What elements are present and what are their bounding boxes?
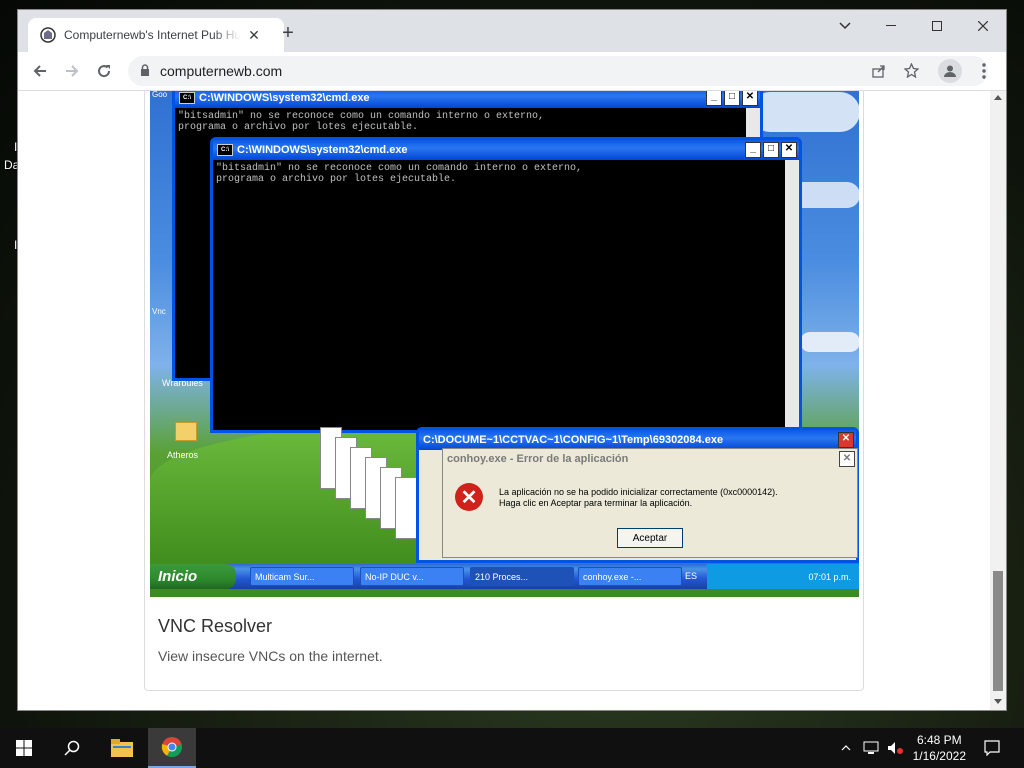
start-label: Inicio bbox=[158, 568, 198, 585]
file-explorer-icon[interactable] bbox=[98, 728, 146, 768]
browser-window: Computernewb's Internet Pub Hub ✕ + comp… bbox=[18, 10, 1006, 710]
forward-arrow-icon[interactable] bbox=[58, 57, 86, 85]
bookmark-star-icon[interactable] bbox=[904, 63, 919, 78]
windows-start-icon[interactable] bbox=[0, 728, 48, 768]
page-scrollbar[interactable] bbox=[990, 91, 1006, 710]
close-icon[interactable]: ✕ bbox=[839, 451, 855, 467]
cloud-shape bbox=[800, 332, 859, 352]
browser-tab[interactable]: Computernewb's Internet Pub Hub ✕ bbox=[28, 18, 284, 52]
tab-strip: Computernewb's Internet Pub Hub ✕ + bbox=[18, 10, 1006, 52]
scrollbar-thumb[interactable] bbox=[993, 571, 1003, 691]
cmd-window-titlebar[interactable]: C:\ C:\WINDOWS\system32\cmd.exe _ □ ✕ bbox=[175, 91, 760, 108]
cmd-window-titlebar[interactable]: C:\ C:\WINDOWS\system32\cmd.exe _ □ ✕ bbox=[213, 140, 799, 160]
desktop-icon-label: I bbox=[14, 238, 18, 252]
cmd-output: "bitsadmin" no se reconoce como un coman… bbox=[213, 160, 785, 430]
clock-time: 6:48 PM bbox=[916, 733, 962, 747]
xp-task-button[interactable]: Multicam Sur... bbox=[250, 567, 354, 586]
xp-task-button[interactable]: conhoy.exe -... bbox=[578, 567, 682, 586]
address-bar[interactable]: computernewb.com bbox=[128, 56, 988, 86]
minimize-icon[interactable]: _ bbox=[706, 91, 722, 106]
temp-exe-title: C:\DOCUME~1\CCTVAC~1\CONFIG~1\Temp\69302… bbox=[423, 434, 724, 446]
chevron-up-icon[interactable] bbox=[836, 728, 856, 768]
error-icon: ✕ bbox=[455, 483, 483, 511]
url-text: computernewb.com bbox=[160, 63, 283, 79]
xp-task-button[interactable]: 210 Proces... bbox=[470, 567, 574, 586]
clock-date: 1/16/2022 bbox=[912, 749, 966, 763]
close-icon[interactable]: ✕ bbox=[781, 142, 797, 158]
reload-icon[interactable] bbox=[90, 57, 118, 85]
xp-taskbar: Inicio Multicam Sur... No-IP DUC v... 21… bbox=[150, 564, 859, 589]
browser-toolbar: computernewb.com bbox=[18, 52, 1006, 91]
lock-icon bbox=[141, 64, 149, 76]
temp-exe-titlebar[interactable]: C:\DOCUME~1\CCTVAC~1\CONFIG~1\Temp\69302… bbox=[419, 430, 856, 450]
person-icon bbox=[944, 65, 956, 77]
vnc-card[interactable]: Goo Vnc Wrarbules Atheros C:\ C:\WINDOWS… bbox=[144, 91, 864, 691]
tab-close-icon[interactable]: ✕ bbox=[246, 27, 262, 44]
error-message: La aplicación no se ha podido inicializa… bbox=[499, 487, 778, 508]
new-tab-button[interactable]: + bbox=[278, 23, 298, 44]
close-window-icon[interactable] bbox=[960, 10, 1006, 42]
desktop-icon-label: I bbox=[14, 140, 18, 154]
maximize-icon[interactable]: □ bbox=[724, 91, 740, 106]
cmd-icon: C:\ bbox=[179, 92, 195, 104]
minimize-icon[interactable]: _ bbox=[745, 142, 761, 158]
windows-taskbar: 6:48 PM 1/16/2022 bbox=[0, 728, 1024, 768]
vnc-desktop-icon-label: Goo bbox=[152, 91, 168, 99]
volume-muted-icon[interactable] bbox=[884, 728, 906, 768]
folder-icon bbox=[175, 422, 197, 441]
maximize-icon[interactable] bbox=[914, 10, 960, 42]
tab-title: Computernewb's Internet Pub Hub bbox=[64, 28, 240, 42]
cascaded-window bbox=[395, 477, 417, 539]
cmd-window-front[interactable]: C:\ C:\WINDOWS\system32\cmd.exe _ □ ✕ "b… bbox=[210, 137, 802, 433]
page-viewport: Goo Vnc Wrarbules Atheros C:\ C:\WINDOWS… bbox=[18, 91, 990, 710]
vnc-screenshot: Goo Vnc Wrarbules Atheros C:\ C:\WINDOWS… bbox=[150, 91, 859, 597]
close-icon[interactable]: ✕ bbox=[838, 432, 854, 448]
taskbar-clock[interactable]: 6:48 PM 1/16/2022 bbox=[913, 732, 966, 764]
xp-task-button[interactable]: No-IP DUC v... bbox=[360, 567, 464, 586]
menu-kebab-icon[interactable] bbox=[970, 57, 998, 85]
card-description: View insecure VNCs on the internet. bbox=[158, 648, 383, 664]
language-indicator[interactable]: ES bbox=[685, 571, 697, 581]
search-icon[interactable] bbox=[48, 728, 96, 768]
close-icon[interactable]: ✕ bbox=[742, 91, 758, 106]
error-dialog-title: conhoy.exe - Error de la aplicación bbox=[447, 453, 629, 465]
xp-system-tray: 07:01 p.m. bbox=[707, 564, 859, 589]
share-icon[interactable] bbox=[872, 64, 886, 78]
cmd-window-title: C:\WINDOWS\system32\cmd.exe bbox=[199, 92, 370, 104]
cmd-icon: C:\ bbox=[217, 144, 233, 156]
aceptar-button[interactable]: Aceptar bbox=[617, 528, 683, 548]
error-dialog-titlebar[interactable]: conhoy.exe - Error de la aplicación ✕ bbox=[443, 449, 857, 469]
back-arrow-icon[interactable] bbox=[26, 57, 54, 85]
cmd-window-title: C:\WINDOWS\system32\cmd.exe bbox=[237, 144, 408, 156]
card-title[interactable]: VNC Resolver bbox=[158, 616, 272, 637]
maximize-icon[interactable]: □ bbox=[763, 142, 779, 158]
site-favicon-icon bbox=[40, 27, 56, 43]
tab-search-icon[interactable] bbox=[822, 10, 868, 42]
vnc-desktop-icon-label: Atheros bbox=[167, 450, 199, 460]
cmd-scrollbar[interactable] bbox=[785, 160, 799, 430]
xp-start-button[interactable]: Inicio bbox=[150, 564, 236, 589]
minimize-icon[interactable] bbox=[868, 10, 914, 42]
error-dialog[interactable]: conhoy.exe - Error de la aplicación ✕ ✕ … bbox=[442, 448, 858, 558]
profile-avatar[interactable] bbox=[938, 59, 962, 83]
chrome-taskbar-icon[interactable] bbox=[148, 728, 196, 768]
cloud-shape bbox=[750, 92, 859, 132]
scroll-up-icon[interactable] bbox=[994, 95, 1002, 100]
notification-icon[interactable] bbox=[968, 728, 1016, 768]
scroll-down-icon[interactable] bbox=[994, 699, 1002, 704]
xp-clock[interactable]: 07:01 p.m. bbox=[808, 572, 851, 582]
vnc-desktop-icon-label: Vnc bbox=[152, 307, 166, 316]
network-icon[interactable] bbox=[860, 728, 882, 768]
